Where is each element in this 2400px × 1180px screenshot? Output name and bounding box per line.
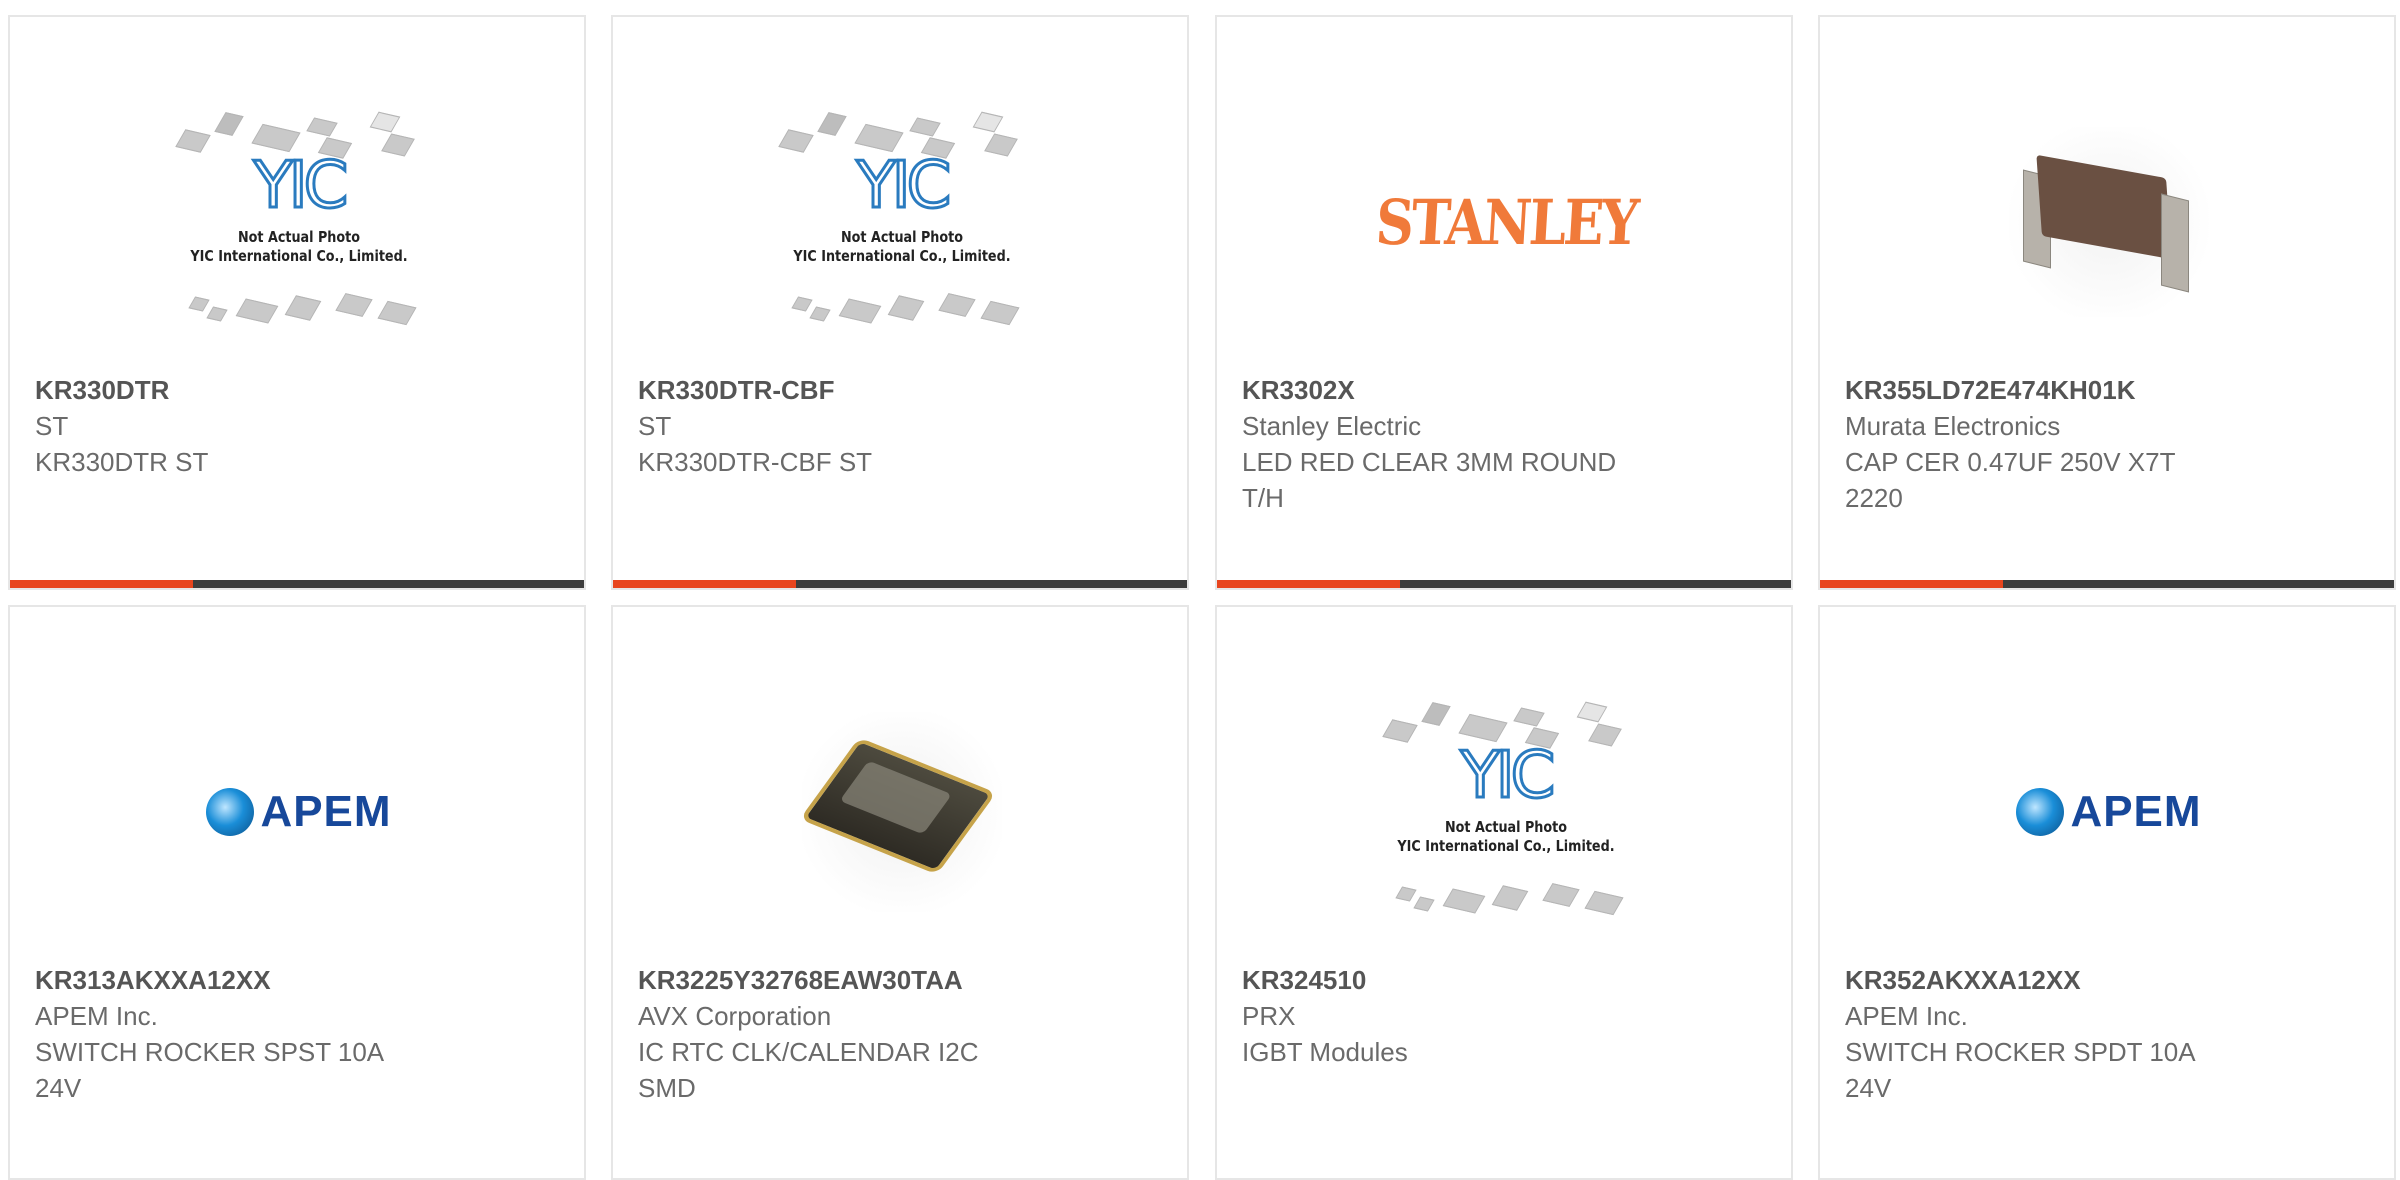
description-line-1: KR330DTR ST	[35, 447, 209, 477]
product-image[interactable]: STANLEY	[1217, 87, 1791, 357]
product-card[interactable]: STANLEY KR3302X Stanley Electric LED RED…	[1215, 15, 1793, 590]
description-line-1: IGBT Modules	[1242, 1037, 1408, 1067]
card-accent-bar	[10, 580, 193, 588]
card-bottom-bar	[1820, 580, 2394, 588]
part-number[interactable]: KR313AKXXA12XX	[35, 962, 455, 998]
manufacturer: Stanley Electric	[1242, 411, 1422, 441]
product-image[interactable]	[1820, 87, 2394, 357]
apem-logo-text: APEM	[2070, 787, 2202, 836]
description-line-1: LED RED CLEAR 3MM ROUND	[1242, 447, 1617, 477]
apem-logo: APEM	[206, 787, 391, 837]
product-card[interactable]: APEM KR352AKXXA12XX APEM Inc. SWITCH ROC…	[1818, 605, 2396, 1180]
card-accent-bar	[1217, 580, 1400, 588]
description-line-1: CAP CER 0.47UF 250V X7T	[1845, 447, 2176, 477]
description-line-2: SMD	[638, 1073, 696, 1103]
product-grid: YIC Not Actual Photo YIC International C…	[0, 0, 2400, 1180]
apem-globe-icon	[206, 788, 255, 836]
description-line-2: T/H	[1242, 483, 1284, 513]
yic-logo: YIC	[855, 149, 953, 223]
yic-placeholder-image: YIC Not Actual Photo YIC International C…	[762, 102, 1042, 342]
product-card[interactable]: YIC Not Actual Photo YIC International C…	[611, 15, 1189, 590]
image-caption-line-2: YIC International Co., Limited.	[1397, 837, 1615, 855]
description-line-1: SWITCH ROCKER SPST 10A	[35, 1037, 385, 1067]
card-accent-bar	[1820, 580, 2003, 588]
product-card[interactable]: APEM KR313AKXXA12XX APEM Inc. SWITCH ROC…	[8, 605, 586, 1180]
product-card[interactable]: KR3225Y32768EAW30TAA AVX Corporation IC …	[611, 605, 1189, 1180]
product-image[interactable]: APEM	[10, 677, 584, 947]
product-image[interactable]: YIC Not Actual Photo YIC International C…	[10, 87, 584, 357]
card-accent-bar	[613, 580, 796, 588]
part-number[interactable]: KR330DTR	[35, 372, 455, 408]
image-caption-line-1: Not Actual Photo	[840, 228, 964, 246]
card-bottom-bar	[10, 580, 584, 588]
apem-logo: APEM	[2016, 787, 2201, 837]
part-number[interactable]: KR330DTR-CBF	[638, 372, 1058, 408]
part-number[interactable]: KR324510	[1242, 962, 1662, 998]
description-line-2: 24V	[35, 1073, 82, 1103]
crystal-photo	[799, 712, 1002, 912]
image-caption-line-2: YIC International Co., Limited.	[190, 247, 408, 265]
apem-logo-text: APEM	[260, 787, 392, 836]
manufacturer: AVX Corporation	[638, 1001, 832, 1031]
yic-logo: YIC	[1459, 739, 1557, 813]
part-number[interactable]: KR3302X	[1242, 372, 1662, 408]
stanley-logo: STANLEY	[1373, 185, 1639, 259]
image-caption-line-1: Not Actual Photo	[237, 228, 361, 246]
part-number[interactable]: KR3225Y32768EAW30TAA	[638, 962, 1058, 998]
product-image[interactable]: APEM	[1820, 677, 2394, 947]
description-line-1: SWITCH ROCKER SPDT 10A	[1845, 1037, 2196, 1067]
description-line-1: IC RTC CLK/CALENDAR I2C	[638, 1037, 979, 1067]
manufacturer: ST	[35, 411, 69, 441]
apem-globe-icon	[2016, 788, 2065, 836]
description-line-2: 2220	[1845, 483, 1903, 513]
manufacturer: APEM Inc.	[1845, 1001, 1968, 1031]
part-number[interactable]: KR352AKXXA12XX	[1845, 962, 2265, 998]
description-line-1: KR330DTR-CBF ST	[638, 447, 873, 477]
card-bottom-bar	[1217, 580, 1791, 588]
card-bottom-bar	[613, 580, 1187, 588]
product-card[interactable]: KR355LD72E474KH01K Murata Electronics CA…	[1818, 15, 2396, 590]
manufacturer: ST	[638, 411, 672, 441]
image-caption-line-1: Not Actual Photo	[1444, 818, 1568, 836]
part-number[interactable]: KR355LD72E474KH01K	[1845, 372, 2265, 408]
image-caption-line-2: YIC International Co., Limited.	[793, 247, 1011, 265]
manufacturer: APEM Inc.	[35, 1001, 158, 1031]
yic-logo: YIC	[252, 149, 350, 223]
description-line-2: 24V	[1845, 1073, 1892, 1103]
yic-placeholder-image: YIC Not Actual Photo YIC International C…	[1366, 692, 1646, 932]
manufacturer: Murata Electronics	[1845, 411, 2061, 441]
product-image[interactable]	[613, 677, 1187, 947]
product-card[interactable]: YIC Not Actual Photo YIC International C…	[1215, 605, 1793, 1180]
product-image[interactable]: YIC Not Actual Photo YIC International C…	[613, 87, 1187, 357]
yic-placeholder-image: YIC Not Actual Photo YIC International C…	[159, 102, 439, 342]
product-image[interactable]: YIC Not Actual Photo YIC International C…	[1217, 677, 1791, 947]
product-card[interactable]: YIC Not Actual Photo YIC International C…	[8, 15, 586, 590]
manufacturer: PRX	[1242, 1001, 1296, 1031]
capacitor-photo	[2009, 127, 2209, 317]
